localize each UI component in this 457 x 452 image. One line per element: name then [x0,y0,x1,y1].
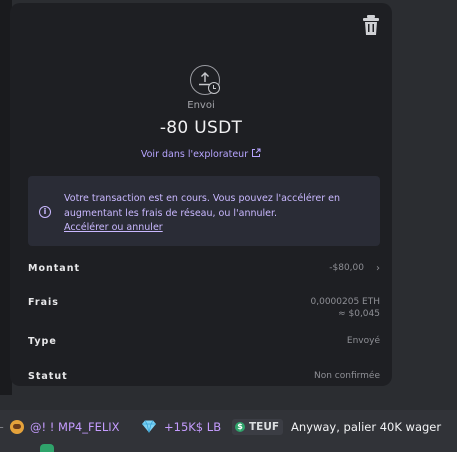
type-value: Envoyé [346,336,380,346]
reply-line-icon: – [0,418,4,436]
transaction-detail-panel: Envoi -80 USDT Voir dans l'explorateur i… [10,3,392,386]
view-in-explorer-link[interactable]: Voir dans l'explorateur [10,148,392,161]
explorer-link-label: Voir dans l'explorateur [140,149,249,160]
next-message-avatar [40,444,54,452]
external-link-icon [251,148,261,161]
fees-fiat-value: ≈ $0,045 [338,309,380,319]
chat-username[interactable]: @! ! MP4_FELIX [30,418,120,436]
server-tag-label: TEUF [249,421,280,433]
trash-icon[interactable] [360,13,382,37]
type-label: Type [28,336,57,347]
amount-label: Montant [28,263,80,274]
status-value: Non confirmée [313,371,380,381]
fees-value: 0,0000205 ETH [310,297,380,307]
chat-message-row: – @! ! MP4_FELIX +15K$ LB $ TEUF Anyway,… [0,418,457,436]
transaction-amount: -80 USDT [159,118,243,138]
amount-value: -$80,00 [329,263,364,273]
gem-icon [141,420,157,438]
dollar-badge-icon: $ [235,422,245,432]
chevron-right-icon: › [376,263,380,274]
fees-label: Frais [28,297,59,308]
accelerate-or-cancel-link[interactable]: Accélérer ou annuler [64,222,163,233]
chat-rank: +15K$ LB [164,420,222,434]
status-label: Statut [28,371,68,382]
pending-transaction-notice: i Votre transaction est en cours. Vous p… [28,176,380,246]
notice-message: Votre transaction est en cours. Vous pou… [64,193,341,219]
clock-icon [208,82,220,94]
chat-message-text: Anyway, palier 40K wager [291,420,442,434]
server-tag[interactable]: $ TEUF [232,419,284,435]
transaction-type-label: Envoi [187,100,215,111]
info-icon: i [39,206,51,218]
avatar[interactable] [10,420,24,434]
